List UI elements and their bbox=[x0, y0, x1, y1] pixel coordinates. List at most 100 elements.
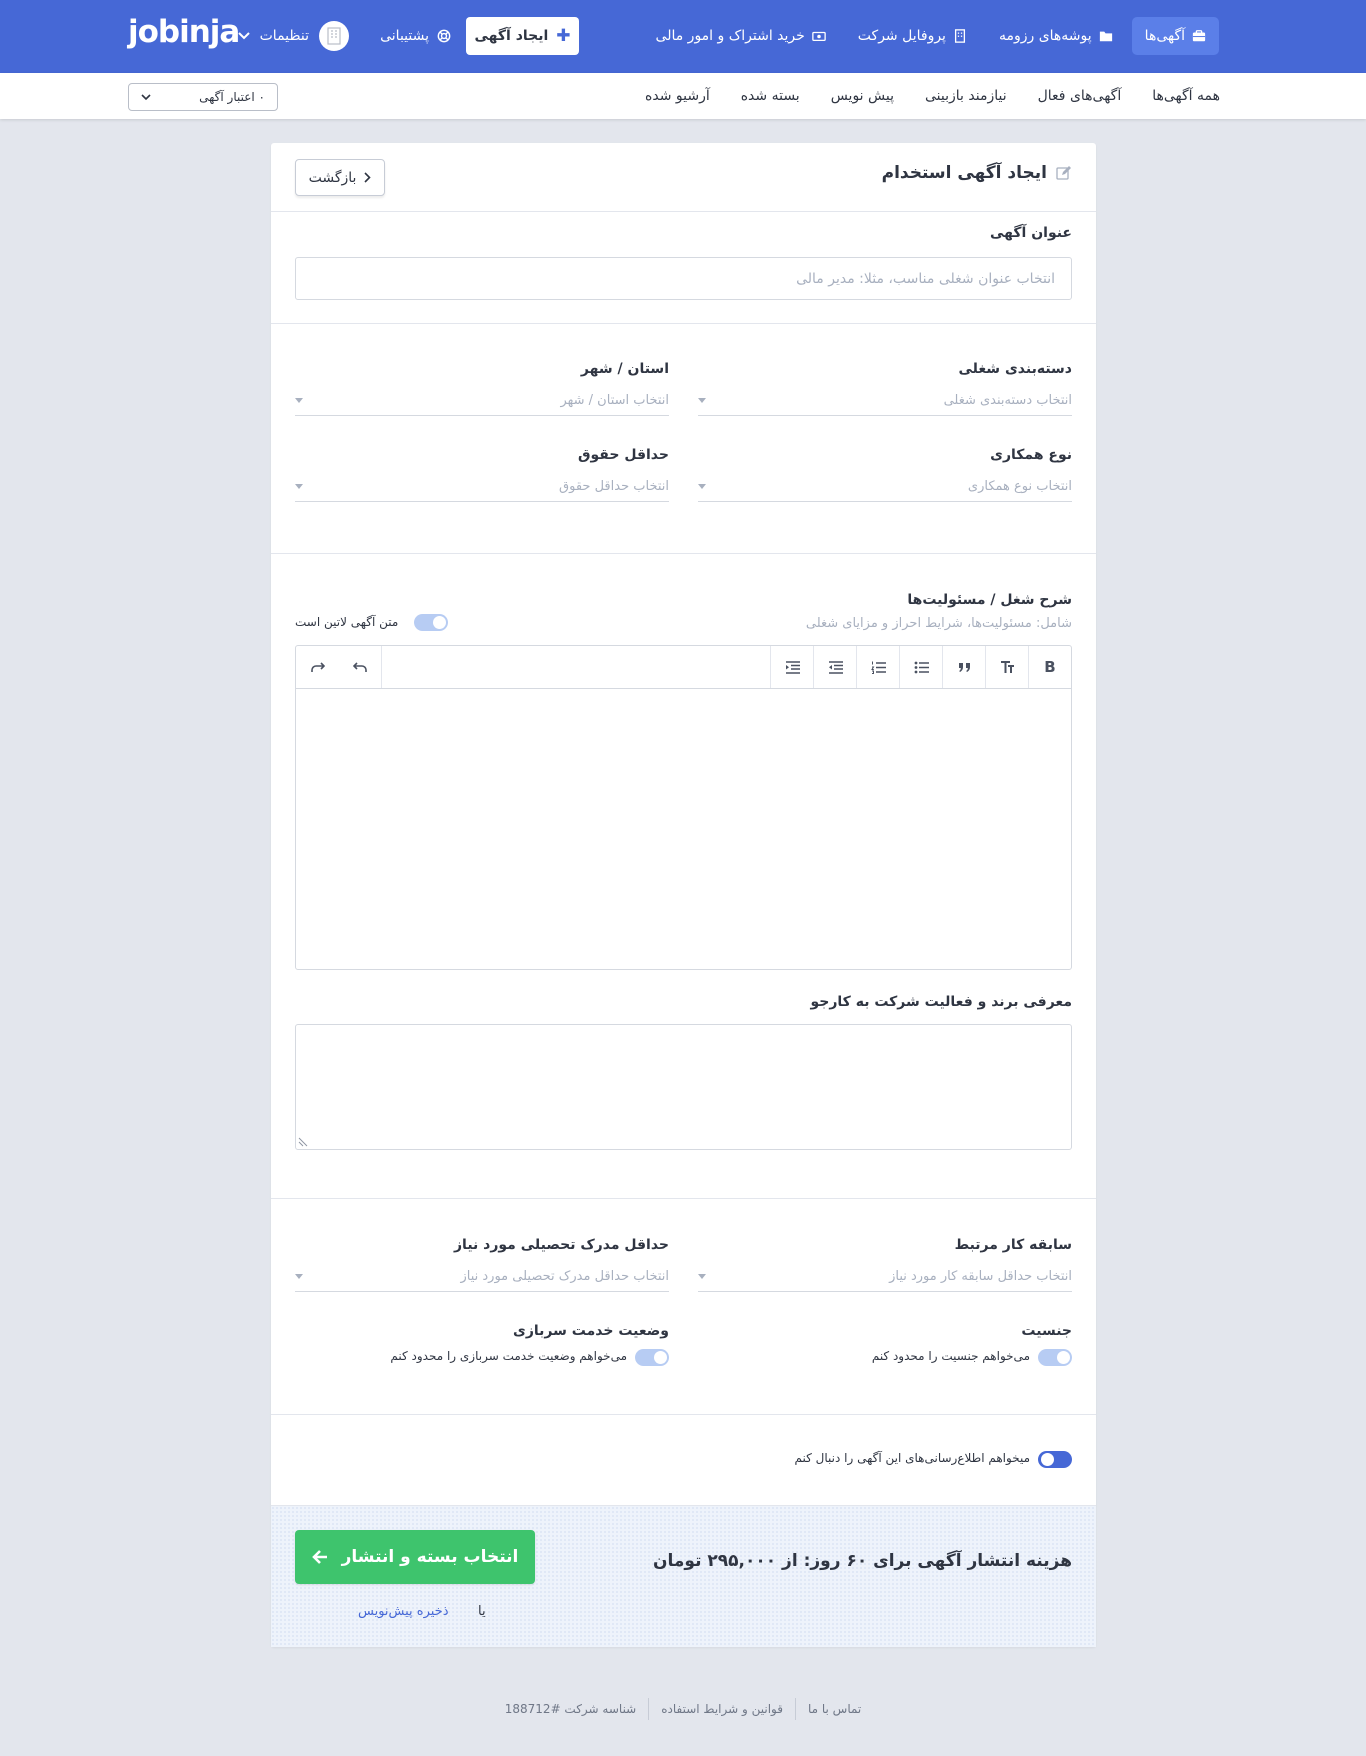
footer-terms-link[interactable]: قوانین و شرایط استفاده bbox=[661, 1702, 783, 1716]
experience-label: سابقه کار مرتبط bbox=[954, 1237, 1072, 1253]
job-description-label: شرح شغل / مسئولیت‌ها bbox=[907, 592, 1072, 608]
education-placeholder: انتخاب حداقل مدرک تحصیلی مورد نیاز bbox=[460, 1269, 669, 1284]
bullet-list-button[interactable] bbox=[899, 646, 942, 688]
back-button[interactable]: بازگشت bbox=[295, 159, 385, 196]
bold-button[interactable]: B bbox=[1028, 646, 1071, 688]
page-title: ایجاد آگهی استخدام bbox=[882, 163, 1072, 183]
chevron-down-icon bbox=[141, 93, 151, 100]
publish-price-text: هزینه انتشار آگهی برای ۶۰ روز: از ۲۹۵,۰۰… bbox=[653, 1551, 1072, 1571]
create-job-form-card: ایجاد آگهی استخدام بازگشت عنوان آگهی انت… bbox=[271, 143, 1096, 1647]
back-button-label: بازگشت bbox=[308, 169, 357, 186]
save-draft-link[interactable]: ذخیره پیش‌نویس bbox=[358, 1604, 449, 1619]
latin-text-toggle[interactable] bbox=[414, 614, 448, 631]
caret-down-icon bbox=[698, 1274, 706, 1279]
job-credit-select[interactable]: ۰ اعتبار آگهی bbox=[128, 83, 278, 111]
footer-company-id: شناسه شرکت #188712 bbox=[504, 1702, 637, 1716]
job-category-select[interactable]: انتخاب دسته‌بندی شغلی bbox=[698, 386, 1072, 416]
tab-all-jobs[interactable]: همه آگهی‌ها bbox=[1152, 88, 1220, 104]
nav-item-company-profile[interactable]: پروفایل شرکت bbox=[845, 17, 980, 55]
outdent-button[interactable] bbox=[813, 646, 856, 688]
location-label: استان / شهر bbox=[580, 361, 669, 377]
caret-down-icon bbox=[698, 398, 706, 403]
contract-type-placeholder: انتخاب نوع همکاری bbox=[967, 479, 1072, 494]
footer-contact-link[interactable]: تماس با ما bbox=[808, 1702, 861, 1716]
military-restrict-toggle[interactable] bbox=[635, 1349, 669, 1366]
job-description-editor[interactable]: B bbox=[295, 645, 1072, 970]
nav-item-jobs[interactable]: آگهی‌ها bbox=[1131, 17, 1219, 55]
briefcase-icon bbox=[1192, 30, 1206, 42]
indent-button[interactable] bbox=[770, 646, 813, 688]
job-title-input[interactable]: انتخاب عنوان شغلی مناسب، مثلا: مدیر مالی bbox=[295, 257, 1072, 300]
education-select[interactable]: انتخاب حداقل مدرک تحصیلی مورد نیاز bbox=[295, 1262, 669, 1292]
heading-button[interactable] bbox=[985, 646, 1028, 688]
company-intro-label: معرفی برند و فعالیت شرکت به کارجو bbox=[810, 994, 1073, 1010]
card-header: ایجاد آگهی استخدام بازگشت bbox=[271, 143, 1096, 212]
top-navbar: آگهی‌ها پوشه‌های رزومه پروفایل شرکت خرید… bbox=[0, 0, 1366, 73]
gender-restrict-toggle[interactable] bbox=[1038, 1349, 1072, 1366]
nav-item-resume-folders[interactable]: پوشه‌های رزومه bbox=[986, 17, 1126, 55]
sub-navbar: همه آگهی‌ها آگهی‌های فعال نیازمند بازبین… bbox=[0, 73, 1366, 119]
tab-active-jobs[interactable]: آگهی‌های فعال bbox=[1038, 88, 1122, 104]
building-icon bbox=[954, 29, 965, 43]
toggle-knob bbox=[433, 616, 446, 629]
job-category-label: دسته‌بندی شغلی bbox=[958, 361, 1072, 377]
support-label: پشتیبانی bbox=[380, 28, 429, 44]
jobinja-logo[interactable]: jobinja bbox=[128, 14, 240, 50]
building-icon bbox=[327, 27, 341, 45]
lifebuoy-icon bbox=[437, 29, 451, 43]
plus-icon: ✚ bbox=[556, 26, 571, 46]
job-credit-value: ۰ اعتبار آگهی bbox=[199, 90, 265, 104]
resize-handle-icon[interactable] bbox=[298, 1137, 308, 1147]
undo-icon bbox=[353, 661, 367, 672]
contract-type-select[interactable]: انتخاب نوع همکاری bbox=[698, 472, 1072, 502]
nav-item-label: پروفایل شرکت bbox=[857, 28, 946, 44]
quote-button[interactable] bbox=[942, 646, 985, 688]
company-intro-textarea[interactable] bbox=[295, 1024, 1072, 1150]
tab-needs-review[interactable]: نیازمند بازبینی bbox=[925, 88, 1007, 104]
caret-down-icon bbox=[295, 1274, 303, 1279]
tab-closed[interactable]: بسته شده bbox=[741, 88, 800, 104]
tab-drafts[interactable]: پیش نویس bbox=[831, 88, 894, 104]
redo-icon bbox=[310, 661, 325, 672]
toggle-knob bbox=[654, 1351, 667, 1364]
divider bbox=[271, 323, 1096, 324]
job-title-label: عنوان آگهی bbox=[989, 225, 1072, 241]
divider bbox=[271, 1198, 1096, 1199]
arrow-left-icon bbox=[311, 1550, 327, 1564]
settings-menu[interactable]: تنظیمات bbox=[237, 17, 349, 55]
support-link[interactable]: پشتیبانی bbox=[380, 17, 451, 55]
min-salary-select[interactable]: انتخاب حداقل حقوق bbox=[295, 472, 669, 502]
toggle-knob bbox=[1057, 1351, 1070, 1364]
undo-button[interactable] bbox=[339, 646, 382, 688]
footer-divider bbox=[794, 1698, 796, 1720]
job-status-tabs: همه آگهی‌ها آگهی‌های فعال نیازمند بازبین… bbox=[645, 73, 1220, 119]
job-description-hint: شامل: مسئولیت‌ها، شرایط احراز و مزایای ش… bbox=[805, 616, 1072, 631]
money-icon bbox=[812, 31, 826, 42]
contract-type-label: نوع همکاری bbox=[990, 447, 1072, 463]
nav-item-billing[interactable]: خرید اشتراک و امور مالی bbox=[643, 17, 839, 55]
education-label: حداقل مدرک تحصیلی مورد نیاز bbox=[454, 1237, 669, 1253]
tab-archived[interactable]: آرشیو شده bbox=[645, 88, 710, 104]
company-avatar bbox=[319, 21, 349, 51]
gender-label: جنسیت bbox=[1021, 1323, 1072, 1339]
notify-toggle-label: میخواهم اطلاع‌رسانی‌های این آگهی را دنبا… bbox=[794, 1451, 1030, 1465]
gender-restrict-label: می‌خواهم جنسیت را محدود کنم bbox=[871, 1349, 1030, 1363]
redo-button[interactable] bbox=[296, 646, 339, 688]
create-job-button[interactable]: ✚ ایجاد آگهی bbox=[466, 17, 579, 55]
military-status-label: وضعیت خدمت سربازی bbox=[513, 1323, 669, 1339]
chevron-right-icon bbox=[364, 172, 372, 183]
settings-label: تنظیمات bbox=[259, 28, 309, 44]
job-category-placeholder: انتخاب دسته‌بندی شغلی bbox=[943, 393, 1072, 408]
divider bbox=[271, 1414, 1096, 1415]
bold-icon: B bbox=[1044, 658, 1056, 676]
military-restrict-label: می‌خواهم وضعیت خدمت سربازی را محدود کنم bbox=[390, 1349, 627, 1363]
numbered-list-button[interactable] bbox=[856, 646, 899, 688]
experience-select[interactable]: انتخاب حداقل سابقه کار مورد نیاز bbox=[698, 1262, 1072, 1292]
nav-item-label: آگهی‌ها bbox=[1144, 28, 1185, 44]
numbered-list-icon bbox=[870, 661, 886, 674]
location-select[interactable]: انتخاب استان / شهر bbox=[295, 386, 669, 416]
edit-icon bbox=[1056, 166, 1071, 180]
notify-toggle[interactable] bbox=[1038, 1451, 1072, 1468]
folder-icon bbox=[1099, 31, 1112, 42]
select-package-publish-button[interactable]: انتخاب بسته و انتشار bbox=[295, 1530, 535, 1584]
